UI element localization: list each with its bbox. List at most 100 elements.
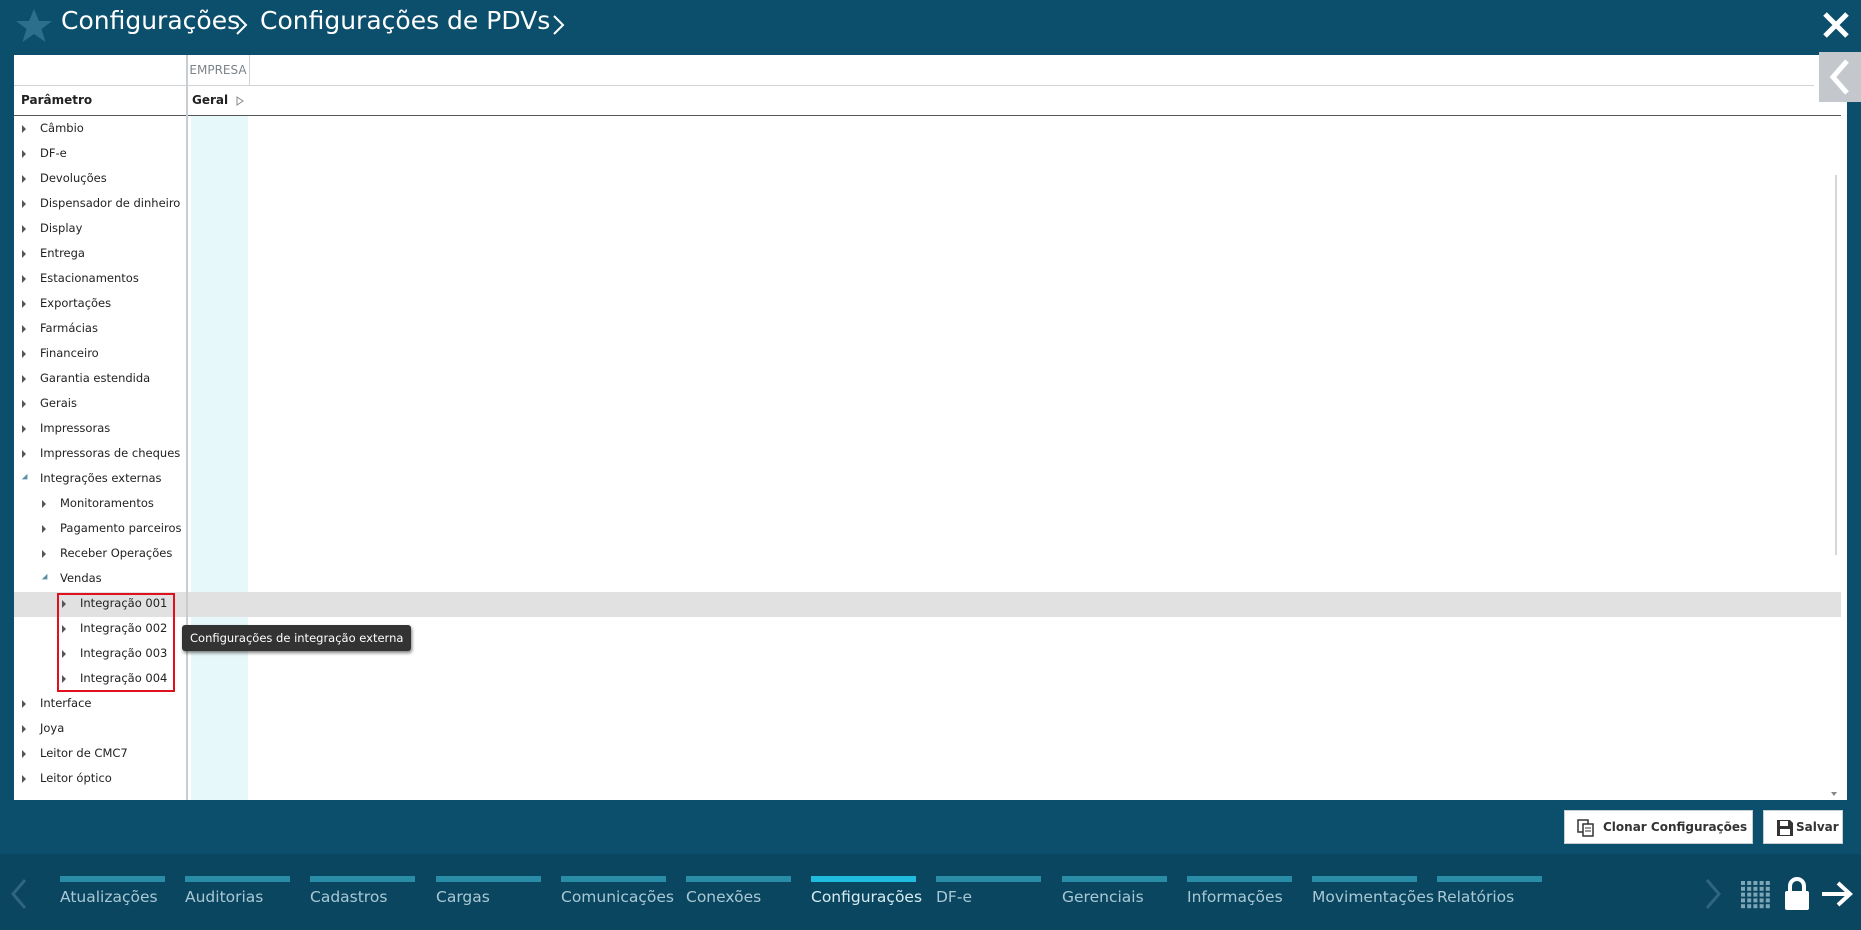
tree-item[interactable]: Pagamento parceiros [14,516,186,541]
nav-item[interactable]: Informações [1187,876,1292,926]
nav-item-indicator [1187,876,1292,882]
tree-item[interactable]: Display [14,216,186,241]
tree-item[interactable]: Garantia estendida [14,366,186,391]
nav-item[interactable]: Configurações [811,876,922,926]
nav-item-indicator [310,876,415,882]
tree-item[interactable]: Financeiro [14,341,186,366]
collapse-panel-button[interactable] [1819,52,1861,102]
tree-item[interactable]: Dispensador de dinheiro [14,191,186,216]
expand-caret-icon[interactable] [22,450,26,458]
nav-next-icon[interactable] [1704,878,1722,910]
nav-item[interactable]: Cadastros [310,876,415,926]
tree-item-label: Display [40,221,83,235]
nav-item[interactable]: Atualizações [60,876,165,926]
nav-item[interactable]: Auditorias [185,876,290,926]
expand-caret-icon[interactable] [22,725,26,733]
apps-grid-icon[interactable] [1740,880,1772,910]
tree-item[interactable]: DF-e [14,141,186,166]
nav-item-indicator [936,876,1041,882]
nav-item-label: Conexões [686,888,762,906]
expand-caret-icon[interactable] [22,325,26,333]
tree-item-label: Receber Operações [60,546,173,560]
expand-caret-icon[interactable] [22,175,26,183]
nav-item[interactable]: DF-e [936,876,1041,926]
collapse-caret-icon[interactable] [21,473,31,483]
tree-item[interactable]: Impressoras de cheques [14,441,186,466]
tree-item[interactable]: Câmbio [14,116,186,141]
collapse-caret-icon[interactable] [41,573,51,583]
scroll-down-icon[interactable] [1831,792,1837,796]
tree-item[interactable]: Impressoras [14,416,186,441]
nav-item[interactable]: Conexões [686,876,791,926]
nav-previous-icon[interactable] [10,878,28,910]
expand-caret-icon[interactable] [22,250,26,258]
grid-group-header-row: EMPRESA [14,55,1814,86]
favorite-star-icon[interactable] [14,6,54,46]
tree-item[interactable]: Estacionamentos [14,266,186,291]
nav-item-label: Auditorias [185,888,264,906]
tree-item[interactable]: Receber Operações [14,541,186,566]
expand-caret-icon[interactable] [42,500,46,508]
expand-caret-icon[interactable] [22,350,26,358]
expand-caret-icon[interactable] [22,125,26,133]
tree-item[interactable]: Vendas [14,566,186,591]
nav-item[interactable]: Cargas [436,876,541,926]
config-grid-panel: EMPRESA Parâmetro Geral Câmbio DF-e Devolu… [14,55,1847,800]
tree-item-label: Impressoras [40,421,111,435]
nav-item-indicator [811,876,916,882]
save-icon [1777,820,1793,836]
expand-caret-icon[interactable] [42,525,46,533]
nav-item-label: Cargas [436,888,490,906]
expand-caret-icon[interactable] [22,225,26,233]
nav-item[interactable]: Gerenciais [1062,876,1167,926]
expand-caret-icon[interactable] [22,300,26,308]
tree-item[interactable]: Leitor de CMC7 [14,741,186,766]
tree-item[interactable]: Interface [14,691,186,716]
nav-item[interactable]: Movimentações [1312,876,1434,926]
tree-item-label: Integrações externas [40,471,162,485]
breadcrumb-item-2[interactable]: Configurações de PDVs [260,6,550,35]
expand-caret-icon[interactable] [22,425,26,433]
tree-item[interactable]: Gerais [14,391,186,416]
close-icon[interactable] [1821,10,1851,40]
geral-column-header[interactable]: Geral [192,93,228,107]
tree-item[interactable]: Integrações externas [14,466,186,491]
expand-caret-icon[interactable] [22,750,26,758]
expand-caret-icon[interactable] [22,775,26,783]
expand-column-icon[interactable] [236,96,244,106]
tree-item-label: Leitor de CMC7 [40,746,128,760]
breadcrumb-item-1[interactable]: Configurações [61,6,240,35]
breadcrumb-separator-icon [236,15,248,35]
lock-icon[interactable] [1782,876,1812,912]
expand-caret-icon[interactable] [22,400,26,408]
nav-item-label: DF-e [936,888,972,906]
parametro-column-header[interactable]: Parâmetro [21,93,92,107]
clone-button-label: Clonar Configurações [1603,820,1748,834]
tree-item[interactable]: Devoluções [14,166,186,191]
tree-item-label: DF-e [40,146,67,160]
nav-item-label: Relatórios [1437,888,1515,906]
nav-item-label: Gerenciais [1062,888,1144,906]
expand-caret-icon[interactable] [22,150,26,158]
clone-configurations-button[interactable]: Clonar Configurações [1564,810,1753,844]
save-button[interactable]: Salvar [1763,810,1843,844]
expand-caret-icon[interactable] [22,275,26,283]
tree-item[interactable]: Joya [14,716,186,741]
nav-item-indicator [185,876,290,882]
nav-item-indicator [60,876,165,882]
tree-item[interactable]: Entrega [14,241,186,266]
expand-caret-icon[interactable] [22,200,26,208]
breadcrumb-next-icon[interactable] [549,12,569,38]
vertical-scrollbar[interactable] [1835,175,1837,555]
tree-item[interactable]: Exportações [14,291,186,316]
tree-item[interactable]: Monitoramentos [14,491,186,516]
nav-item[interactable]: Comunicações [561,876,674,926]
tree-item[interactable]: Farmácias [14,316,186,341]
tree-item[interactable]: Leitor óptico [14,766,186,791]
expand-caret-icon[interactable] [42,550,46,558]
expand-caret-icon[interactable] [22,700,26,708]
nav-item[interactable]: Relatórios [1437,876,1542,926]
logout-arrow-icon[interactable] [1820,880,1854,908]
expand-caret-icon[interactable] [22,375,26,383]
chevron-left-icon [1829,59,1849,95]
